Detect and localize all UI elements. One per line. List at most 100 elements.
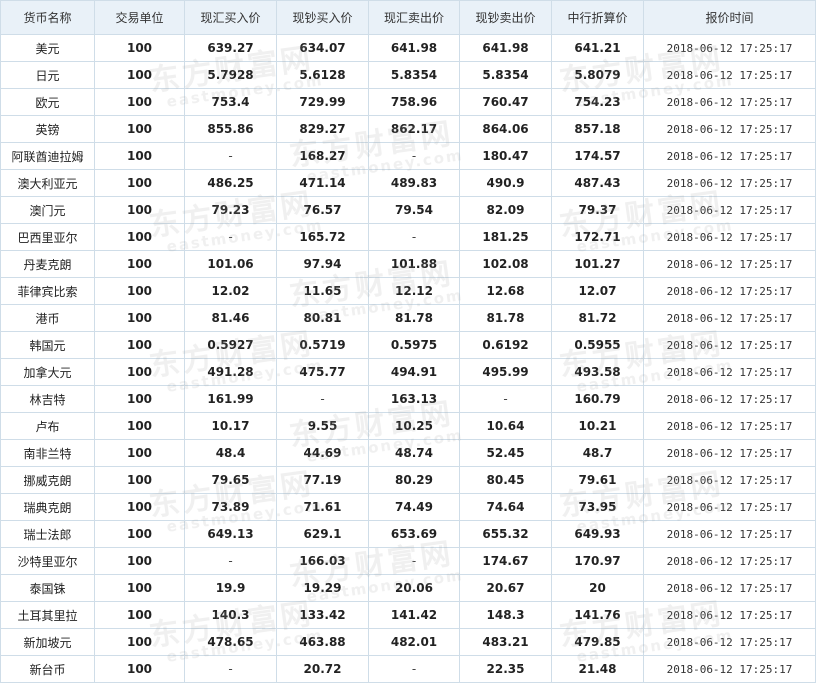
cash-buy-cell: 80.81 (276, 304, 369, 332)
boc-rate-cell: 79.61 (551, 466, 644, 494)
spot-sell-cell: 20.06 (368, 574, 460, 602)
quote-time-cell: 2018-06-12 17:25:17 (643, 358, 816, 386)
cash-buy-cell: 0.5719 (276, 331, 369, 359)
cash-sell-cell: 82.09 (459, 196, 552, 224)
boc-rate-cell: 101.27 (551, 250, 644, 278)
trade-unit-cell: 100 (94, 466, 185, 494)
boc-rate-cell: 493.58 (551, 358, 644, 386)
header-spot-sell: 现汇卖出价 (368, 0, 460, 35)
quote-time-cell: 2018-06-12 17:25:17 (643, 439, 816, 467)
cash-sell-cell: 52.45 (459, 439, 552, 467)
currency-name-cell: 英镑 (0, 115, 95, 143)
trade-unit-cell: 100 (94, 520, 185, 548)
header-quote-time: 报价时间 (643, 0, 816, 35)
header-spot-buy: 现汇买入价 (184, 0, 277, 35)
spot-sell-cell: 641.98 (368, 34, 460, 62)
spot-buy-cell: 0.5927 (184, 331, 277, 359)
boc-rate-cell: 10.21 (551, 412, 644, 440)
boc-rate-cell: 141.76 (551, 601, 644, 629)
currency-name-cell: 土耳其里拉 (0, 601, 95, 629)
boc-rate-cell: 12.07 (551, 277, 644, 305)
quote-time-cell: 2018-06-12 17:25:17 (643, 250, 816, 278)
quote-time-cell: 2018-06-12 17:25:17 (643, 601, 816, 629)
table-row: 巴西里亚尔 100-165.72-181.25 172.71 2018-06-12 1… (0, 223, 816, 251)
quote-time-cell: 2018-06-12 17:25:17 (643, 655, 816, 683)
cash-sell-cell: 5.8354 (459, 61, 552, 89)
cash-sell-cell: 641.98 (459, 34, 552, 62)
cash-buy-cell: 475.77 (276, 358, 369, 386)
table-row: 加拿大元 100 491.28 475.77 494.91 495.99 493.58 201… (0, 358, 816, 386)
cash-sell-cell: 760.47 (459, 88, 552, 116)
cash-buy-cell: 471.14 (276, 169, 369, 197)
table-row: 日元 100 5.7928 5.6128 5.8354 5.8354 5.8079 2018-… (0, 61, 816, 89)
spot-buy-cell: 161.99 (184, 385, 277, 413)
spot-sell-cell: 80.29 (368, 466, 460, 494)
spot-sell-cell: 79.54 (368, 196, 460, 224)
spot-sell-cell: - (368, 547, 460, 575)
currency-name-cell: 巴西里亚尔 (0, 223, 95, 251)
boc-rate-cell: 20 (551, 574, 644, 602)
currency-name-cell: 欧元 (0, 88, 95, 116)
table-row: 阿联酋迪拉姆 100-168.27-180.47 174.57 2018-06-12 … (0, 142, 816, 170)
cash-buy-cell: 463.88 (276, 628, 369, 656)
spot-buy-cell: 491.28 (184, 358, 277, 386)
spot-buy-cell: 101.06 (184, 250, 277, 278)
trade-unit-cell: 100 (94, 628, 185, 656)
boc-rate-cell: 170.97 (551, 547, 644, 575)
spot-buy-cell: 48.4 (184, 439, 277, 467)
trade-unit-cell: 100 (94, 412, 185, 440)
cash-sell-cell: 80.45 (459, 466, 552, 494)
currency-name-cell: 丹麦克朗 (0, 250, 95, 278)
table-row: 澳大利亚元 100 486.25 471.14 489.83 490.9 487.43 201… (0, 169, 816, 197)
currency-name-cell: 澳门元 (0, 196, 95, 224)
quote-time-cell: 2018-06-12 17:25:17 (643, 115, 816, 143)
cash-buy-cell: 20.72 (276, 655, 369, 683)
trade-unit-cell: 100 (94, 277, 185, 305)
cash-sell-cell: 10.64 (459, 412, 552, 440)
spot-sell-cell: 163.13 (368, 385, 460, 413)
table-row: 英镑 100 855.86 829.27 862.17 864.06 857.18 2018-… (0, 115, 816, 143)
spot-buy-cell: 486.25 (184, 169, 277, 197)
spot-buy-cell: 10.17 (184, 412, 277, 440)
spot-sell-cell: 0.5975 (368, 331, 460, 359)
spot-sell-cell: - (368, 655, 460, 683)
currency-name-cell: 澳大利亚元 (0, 169, 95, 197)
cash-sell-cell: 180.47 (459, 142, 552, 170)
trade-unit-cell: 100 (94, 601, 185, 629)
currency-name-cell: 瑞士法郎 (0, 520, 95, 548)
table-row: 南非兰特 100 48.4 44.69 48.74 52.45 48.7 2018-06-12… (0, 439, 816, 467)
currency-name-cell: 新台币 (0, 655, 95, 683)
trade-unit-cell: 100 (94, 250, 185, 278)
cash-sell-cell: - (459, 385, 552, 413)
cash-buy-cell: 76.57 (276, 196, 369, 224)
spot-buy-cell: 19.9 (184, 574, 277, 602)
cash-sell-cell: 495.99 (459, 358, 552, 386)
spot-sell-cell: 101.88 (368, 250, 460, 278)
cash-sell-cell: 181.25 (459, 223, 552, 251)
cash-sell-cell: 102.08 (459, 250, 552, 278)
trade-unit-cell: 100 (94, 61, 185, 89)
header-cash-buy: 现钞买入价 (276, 0, 369, 35)
spot-sell-cell: - (368, 142, 460, 170)
spot-sell-cell: 12.12 (368, 277, 460, 305)
boc-rate-cell: 21.48 (551, 655, 644, 683)
quote-time-cell: 2018-06-12 17:25:17 (643, 331, 816, 359)
table-row: 丹麦克朗 100 101.06 97.94 101.88 102.08 101.27 2018… (0, 250, 816, 278)
trade-unit-cell: 100 (94, 331, 185, 359)
boc-rate-cell: 73.95 (551, 493, 644, 521)
header-trade-unit: 交易单位 (94, 0, 185, 35)
table-row: 沙特里亚尔 100-166.03-174.67 170.97 2018-06-12 1… (0, 547, 816, 575)
quote-time-cell: 2018-06-12 17:25:17 (643, 493, 816, 521)
boc-rate-cell: 81.72 (551, 304, 644, 332)
spot-sell-cell: 141.42 (368, 601, 460, 629)
quote-time-cell: 2018-06-12 17:25:17 (643, 88, 816, 116)
cash-sell-cell: 490.9 (459, 169, 552, 197)
currency-name-cell: 美元 (0, 34, 95, 62)
header-boc-rate: 中行折算价 (551, 0, 644, 35)
boc-rate-cell: 0.5955 (551, 331, 644, 359)
header-currency-name: 货币名称 (0, 0, 95, 35)
currency-name-cell: 瑞典克朗 (0, 493, 95, 521)
quote-time-cell: 2018-06-12 17:25:17 (643, 628, 816, 656)
table-row: 新台币 100-20.72-22.35 21.48 2018-06-12 17:25:… (0, 655, 816, 683)
cash-sell-cell: 483.21 (459, 628, 552, 656)
